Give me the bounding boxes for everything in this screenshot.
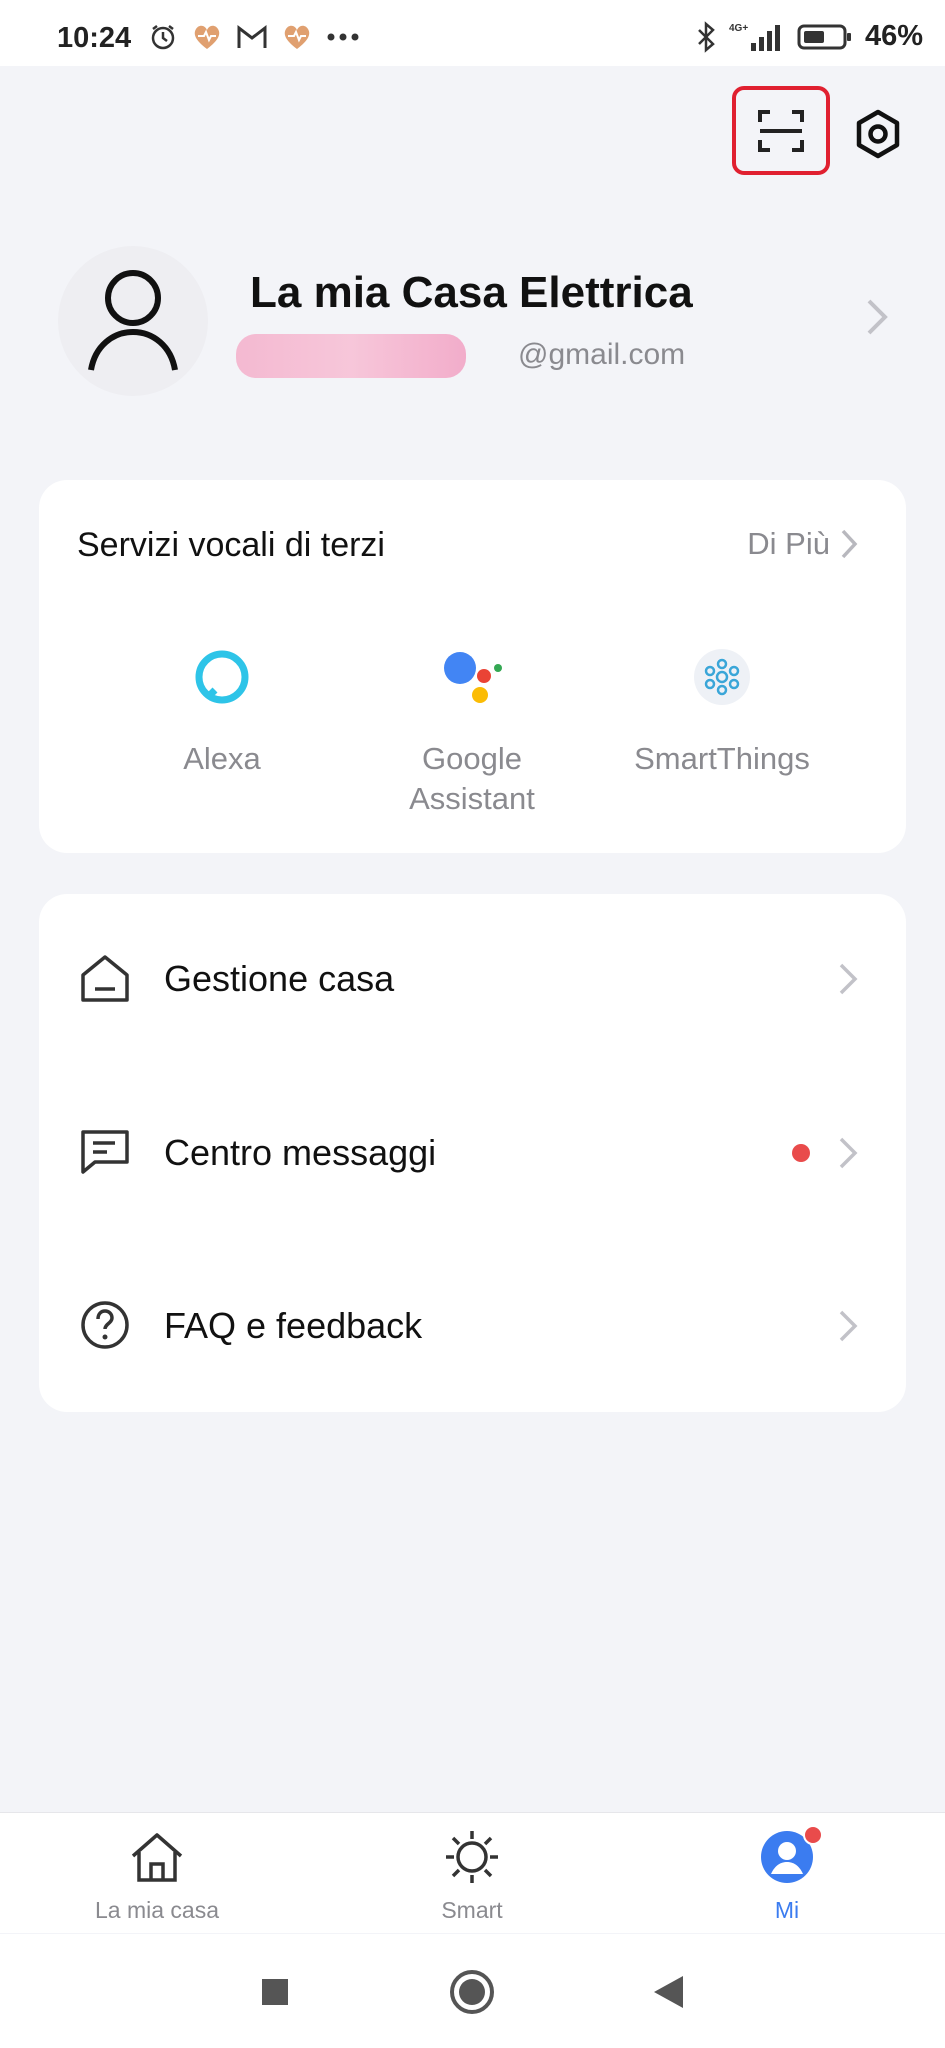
alarm-icon xyxy=(151,25,175,50)
chevron-right-icon xyxy=(838,1136,858,1175)
settings-button[interactable] xyxy=(850,106,906,162)
menu-item-label: Gestione casa xyxy=(164,958,395,999)
service-label: SmartThings xyxy=(634,741,810,776)
settings-icon xyxy=(856,109,900,159)
back-icon xyxy=(654,1976,683,2008)
menu-item-faq-feedback[interactable]: FAQ e feedback xyxy=(39,1265,906,1385)
signal-icon: 4G+ xyxy=(729,23,780,51)
profile-email-text: @gmail.com xyxy=(518,338,686,371)
back-button[interactable] xyxy=(638,1964,698,2020)
voice-services-card: Servizi vocali di terzi Di Più Alexa Goo… xyxy=(39,480,906,853)
recents-button[interactable] xyxy=(245,1964,305,2020)
notification-dot xyxy=(792,1144,810,1162)
bluetooth-icon xyxy=(698,20,715,53)
chevron-right-icon xyxy=(838,1309,858,1348)
top-actions xyxy=(0,86,945,186)
scan-icon xyxy=(758,109,804,152)
home-button[interactable] xyxy=(442,1964,502,2020)
chevron-right-icon xyxy=(841,529,858,559)
user-avatar-icon xyxy=(88,270,178,371)
smartthings-icon xyxy=(690,645,754,709)
service-alexa[interactable]: Alexa xyxy=(102,645,342,779)
service-google-assistant[interactable]: Google Assistant xyxy=(352,645,592,819)
tab-la-mia-casa[interactable]: La mia casa xyxy=(37,1827,277,1924)
profile-header[interactable]: La mia Casa Elettrica @gmail.com xyxy=(58,246,888,396)
alexa-icon xyxy=(190,645,254,709)
message-icon xyxy=(79,1126,131,1178)
heart-rate-icon xyxy=(194,25,220,49)
gmail-icon xyxy=(237,24,267,48)
voice-services-more-link[interactable]: Di Più xyxy=(747,526,858,562)
help-icon xyxy=(79,1299,131,1351)
menu-item-label: Centro messaggi xyxy=(164,1132,437,1173)
tab-badge xyxy=(803,1825,823,1845)
service-label: Alexa xyxy=(183,741,261,776)
tab-mi[interactable]: Mi xyxy=(667,1825,907,1924)
profile-chevron-icon xyxy=(866,298,888,341)
status-system-icons: 4G+ 46% xyxy=(695,20,923,53)
tab-label: La mia casa xyxy=(94,1897,219,1923)
tab-label: Mi xyxy=(774,1897,800,1923)
chevron-right-icon xyxy=(838,962,858,1001)
status-bar: 10:24 4G+ 46% xyxy=(0,0,945,66)
battery-icon xyxy=(797,24,851,49)
recents-icon xyxy=(262,1979,288,2005)
status-time: 10:24 xyxy=(57,22,132,54)
heart-rate-icon xyxy=(284,25,310,49)
menu-item-centro-messaggi[interactable]: Centro messaggi xyxy=(39,1092,906,1212)
bottom-tab-bar: La mia casa Smart Mi xyxy=(0,1812,945,1933)
network-type-label: 4G+ xyxy=(729,23,748,34)
tab-label: Smart xyxy=(441,1897,503,1923)
more-link-label: Di Più xyxy=(747,526,830,561)
voice-services-title: Servizi vocali di terzi xyxy=(77,526,385,564)
battery-percent: 46% xyxy=(864,20,923,52)
service-smartthings[interactable]: SmartThings xyxy=(602,645,842,779)
profile-email: @gmail.com xyxy=(236,334,686,378)
status-notification-icons xyxy=(148,22,360,52)
menu-item-gestione-casa[interactable]: Gestione casa xyxy=(39,918,906,1038)
home-nav-icon xyxy=(450,1970,494,2014)
menu-item-label: FAQ e feedback xyxy=(164,1305,423,1346)
menu-card: Gestione casa Centro messaggi FAQ e feed… xyxy=(39,894,906,1412)
google-assistant-icon xyxy=(440,645,504,709)
system-nav-bar xyxy=(0,1934,945,2048)
house-icon xyxy=(79,952,131,1004)
avatar[interactable] xyxy=(58,246,208,396)
service-label: Google Assistant xyxy=(409,741,535,816)
home-icon xyxy=(37,1827,277,1887)
profile-name: La mia Casa Elettrica xyxy=(250,268,693,317)
scan-button[interactable] xyxy=(732,86,830,175)
sun-icon xyxy=(352,1827,592,1887)
user-icon xyxy=(667,1825,907,1887)
tab-smart[interactable]: Smart xyxy=(352,1827,592,1924)
more-notifications-icon xyxy=(327,33,359,41)
